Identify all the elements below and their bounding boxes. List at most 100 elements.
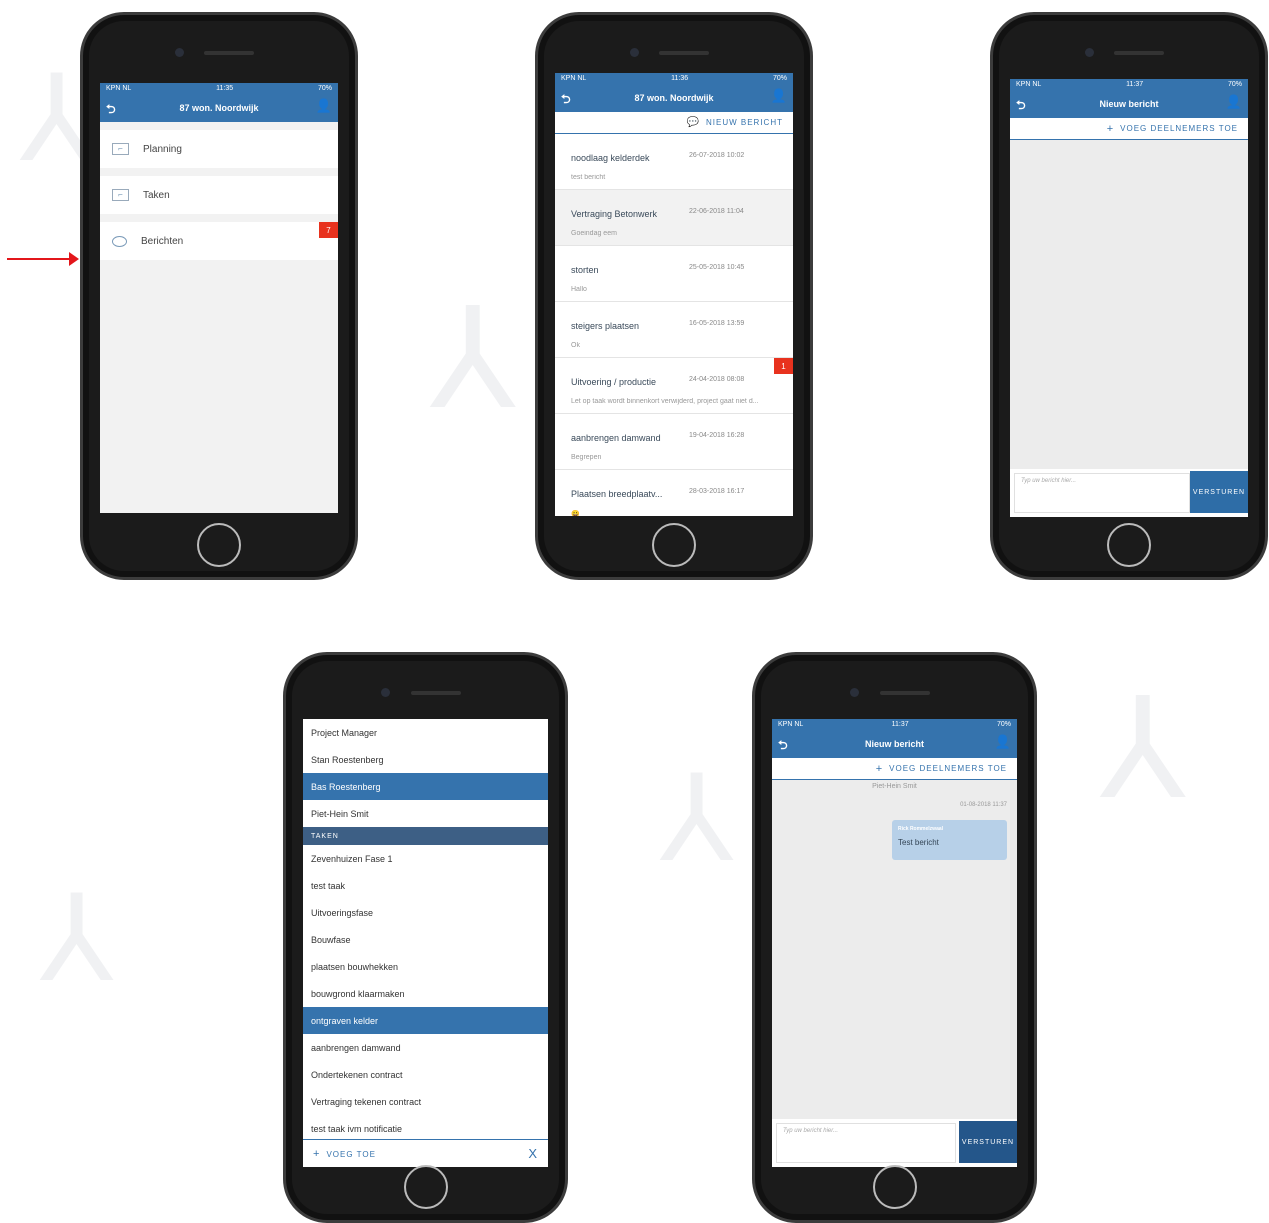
page-title: Nieuw bericht	[1099, 99, 1159, 109]
message-row[interactable]: Uitvoering / productie 24-04-2018 08:08 …	[555, 358, 793, 414]
picker-item-selected[interactable]: Bas Roestenberg	[303, 773, 548, 800]
add-participants-button[interactable]: + VOEG DEELNEMERS TOE	[1010, 118, 1248, 140]
message-row[interactable]: noodlaag kelderdek 26-07-2018 10:02 test…	[555, 134, 793, 190]
plus-icon: +	[1106, 122, 1115, 135]
nav-bar: ⮌ 87 won. Noordwijk 👤	[100, 94, 338, 122]
back-arrow-icon[interactable]: ⮌	[778, 736, 788, 757]
picker-item[interactable]: Stan Roestenberg	[303, 746, 548, 773]
speaker-grille	[410, 691, 461, 695]
message-area	[1010, 140, 1248, 469]
carrier-label: KPN NL	[561, 75, 587, 82]
bubble-text: Test bericht	[898, 838, 939, 847]
bubble-author: Rick Rommelzwaal	[898, 826, 944, 832]
status-bar: KPN NL 11:36 70%	[555, 73, 793, 84]
message-title: Uitvoering / productie	[571, 377, 657, 387]
clock: 11:38	[422, 721, 440, 728]
home-button[interactable]	[197, 523, 241, 567]
user-icon[interactable]: 👤	[316, 98, 332, 114]
home-button[interactable]	[652, 523, 696, 567]
back-arrow-icon[interactable]: ⮌	[1016, 96, 1026, 117]
clock: 11:35	[216, 85, 234, 92]
speaker-grille	[204, 51, 254, 55]
message-input[interactable]: Typ uw bericht hier...	[776, 1123, 956, 1163]
plus-icon: +	[313, 1147, 321, 1160]
picker-item-selected[interactable]: ontgraven kelder	[303, 1007, 548, 1034]
status-bar: KPN NL 11:35 70%	[100, 83, 338, 94]
send-button[interactable]: VERSTUREN	[1190, 471, 1248, 513]
calendar-icon: ⌐	[112, 189, 129, 201]
picker-item[interactable]: Vertraging tekenen contract	[303, 1088, 548, 1115]
message-row[interactable]: aanbrengen damwand 19-04-2018 16:28 Begr…	[555, 414, 793, 470]
message-preview: Let op taak wordt binnenkort verwijderd,…	[571, 398, 759, 405]
home-button[interactable]	[403, 1165, 448, 1209]
message-area: Piet-Hein Smit 01-08-2018 11:37 Rick Rom…	[772, 780, 1017, 1119]
picker-item[interactable]: Bouwfase	[303, 926, 548, 953]
phone-frame: KPN NL 11:35 70% ⮌ 87 won. Noordwijk 👤 ⌐…	[80, 12, 358, 580]
screen-message-list: KPN NL 11:36 70% ⮌ 87 won. Noordwijk 👤 💬…	[555, 73, 793, 516]
home-button[interactable]	[872, 1165, 917, 1209]
new-message-label: NIEUW BERICHT	[706, 118, 783, 127]
message-row[interactable]: steigers plaatsen 16-05-2018 13:59 Ok	[555, 302, 793, 358]
back-arrow-icon[interactable]: ⮌	[106, 100, 116, 121]
camera-icon	[850, 688, 859, 697]
message-row[interactable]: Plaatsen breedplaatv... 28-03-2018 16:17…	[555, 470, 793, 516]
add-label: VOEG TOE	[326, 1149, 376, 1159]
home-button[interactable]	[1107, 523, 1151, 567]
battery-label: 70%	[772, 75, 787, 82]
camera-icon	[175, 48, 184, 57]
menu-item-planning[interactable]: ⌐ Planning	[100, 130, 338, 176]
menu-item-taken[interactable]: ⌐ Taken	[100, 176, 338, 222]
message-date: 19-04-2018 16:28	[689, 432, 745, 439]
message-preview: Hallo	[571, 286, 587, 293]
new-message-button[interactable]: 💬 NIEUW BERICHT	[555, 112, 793, 134]
picker-item[interactable]: plaatsen bouwhekken	[303, 953, 548, 980]
picker-item[interactable]: test taak	[303, 872, 548, 899]
picker-item[interactable]: Uitvoeringsfase	[303, 899, 548, 926]
clock: 11:37	[1126, 81, 1144, 88]
close-button[interactable]: X	[528, 1146, 538, 1161]
status-bar: KPN NL 11:37 70%	[772, 719, 1017, 730]
back-arrow-icon[interactable]: ⮌	[561, 90, 571, 111]
user-icon[interactable]: 👤	[1226, 94, 1242, 110]
phone-frame: KPN NL 11:36 70% ⮌ 87 won. Noordwijk 👤 💬…	[535, 12, 813, 580]
picker-item[interactable]: aanbrengen damwand	[303, 1034, 548, 1061]
page-title: 87 won. Noordwijk	[179, 103, 259, 113]
user-icon[interactable]: 👤	[995, 734, 1011, 750]
chat-bubble: Rick Rommelzwaal Test bericht	[892, 820, 1007, 860]
picker-item[interactable]: Zevenhuizen Fase 1	[303, 845, 548, 872]
picker-item[interactable]: Piet-Hein Smit	[303, 800, 548, 827]
compose-bar: Typ uw bericht hier... VERSTUREN	[1010, 469, 1248, 517]
battery-label: 70%	[317, 85, 332, 92]
message-input[interactable]: Typ uw bericht hier...	[1014, 473, 1190, 513]
user-icon[interactable]: 👤	[771, 88, 787, 104]
picker-item[interactable]: bouwgrond klaarmaken	[303, 980, 548, 1007]
watermark-icon: ⅄	[430, 278, 516, 441]
message-date: 24-04-2018 08:08	[689, 376, 745, 383]
message-row[interactable]: Vertraging Betonwerk 22-06-2018 11:04 Go…	[555, 190, 793, 246]
message-row[interactable]: storten 25-05-2018 10:45 Hallo	[555, 246, 793, 302]
message-title: storten	[571, 265, 599, 275]
message-date: 25-05-2018 10:45	[689, 264, 745, 271]
compose-bar: Typ uw bericht hier... VERSTUREN	[772, 1119, 1017, 1167]
bubble-date: 01-08-2018 11:37	[960, 802, 1007, 808]
participant-name: Piet-Hein Smit	[872, 783, 917, 790]
carrier-label: KPN NL	[106, 85, 132, 92]
add-button[interactable]: + VOEG TOE	[313, 1148, 376, 1160]
add-participants-label: VOEG DEELNEMERS TOE	[889, 764, 1007, 773]
menu-item-label: Berichten	[141, 235, 184, 247]
message-date: 16-05-2018 13:59	[689, 320, 745, 327]
battery-label: 70%	[1227, 81, 1242, 88]
chat-bubble-icon	[112, 235, 127, 247]
menu-item-berichten[interactable]: Berichten 7	[100, 222, 338, 268]
add-participants-button[interactable]: + VOEG DEELNEMERS TOE	[772, 758, 1017, 780]
battery-label: 70%	[527, 721, 542, 728]
chat-bubble-icon: 💬	[686, 117, 700, 128]
phone-frame: KPN NL 11:37 70% ⮌ Nieuw bericht 👤 + VOE…	[752, 652, 1037, 1223]
picker-item[interactable]: test taak ivm notificatie	[303, 1115, 548, 1142]
picker-item[interactable]: Ondertekenen contract	[303, 1061, 548, 1088]
red-arrow-pointer	[7, 252, 79, 266]
send-button[interactable]: VERSTUREN	[959, 1121, 1017, 1163]
clock: 11:37	[891, 721, 909, 728]
message-title: aanbrengen damwand	[571, 433, 661, 443]
message-title: noodlaag kelderdek	[571, 153, 650, 163]
